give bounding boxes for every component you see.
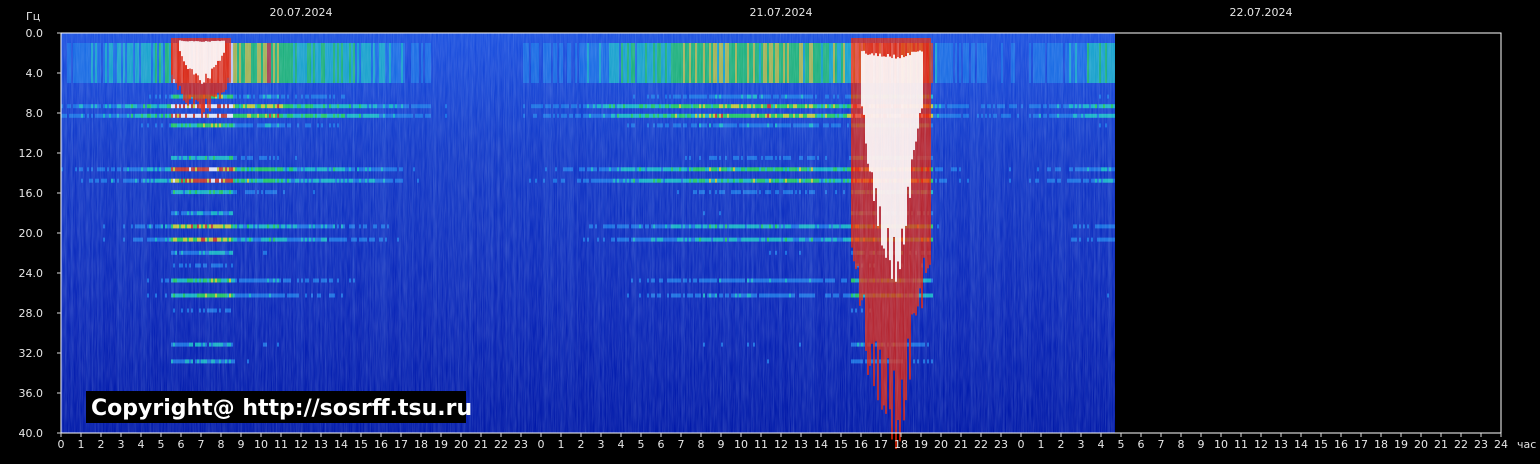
date-label: 20.07.2024 bbox=[270, 6, 333, 19]
x-tick-label: 3 bbox=[118, 438, 125, 451]
x-tick-label: 18 bbox=[894, 438, 908, 451]
x-tick-label: 9 bbox=[718, 438, 725, 451]
x-tick-label: 12 bbox=[294, 438, 308, 451]
x-tick-label: 8 bbox=[698, 438, 705, 451]
x-tick-label: 18 bbox=[1374, 438, 1388, 451]
x-tick-label: 23 bbox=[514, 438, 528, 451]
x-tick-label: 17 bbox=[394, 438, 408, 451]
noise-overlay bbox=[61, 33, 1115, 433]
x-tick-label: 19 bbox=[914, 438, 928, 451]
x-tick-label: 22 bbox=[1454, 438, 1468, 451]
x-tick-label: 14 bbox=[334, 438, 348, 451]
x-tick-label: 13 bbox=[314, 438, 328, 451]
y-tick-label: 8.0 bbox=[26, 107, 44, 120]
x-tick-label: 8 bbox=[1178, 438, 1185, 451]
x-tick-label: 3 bbox=[1078, 438, 1085, 451]
x-tick-label: 3 bbox=[598, 438, 605, 451]
x-tick-label: 1 bbox=[78, 438, 85, 451]
x-tick-label: 6 bbox=[658, 438, 665, 451]
y-tick-label: 36.0 bbox=[19, 387, 44, 400]
x-tick-label: 10 bbox=[734, 438, 748, 451]
date-label: 21.07.2024 bbox=[750, 6, 813, 19]
x-tick-label: 21 bbox=[954, 438, 968, 451]
y-axis-label: Гц bbox=[26, 10, 40, 23]
x-tick-label: 18 bbox=[414, 438, 428, 451]
grain-overlay bbox=[61, 33, 1115, 433]
x-tick-label: 1 bbox=[1038, 438, 1045, 451]
x-tick-label: 15 bbox=[1314, 438, 1328, 451]
y-tick-label: 40.0 bbox=[19, 427, 44, 440]
x-tick-label: 19 bbox=[434, 438, 448, 451]
x-tick-label: 23 bbox=[1474, 438, 1488, 451]
x-tick-label: 13 bbox=[794, 438, 808, 451]
x-tick-label: 0 bbox=[1018, 438, 1025, 451]
spectrogram-svg: Гц час 0.0 4.0 8.0 12.0 16.0 20.0 24.0 28.0 32.0… bbox=[0, 0, 1540, 460]
x-tick-label: 19 bbox=[1394, 438, 1408, 451]
x-tick-label: 12 bbox=[774, 438, 788, 451]
x-tick-label: 23 bbox=[994, 438, 1008, 451]
x-tick-label: 20 bbox=[454, 438, 468, 451]
x-tick-label: 5 bbox=[638, 438, 645, 451]
x-tick-label: 0 bbox=[538, 438, 545, 451]
x-tick-label: 16 bbox=[854, 438, 868, 451]
y-tick-label: 24.0 bbox=[19, 267, 44, 280]
x-tick-label: 5 bbox=[1118, 438, 1125, 451]
x-tick-label: 1 bbox=[558, 438, 565, 451]
y-tick-label: 4.0 bbox=[26, 67, 44, 80]
y-tick-label: 12.0 bbox=[19, 147, 44, 160]
x-tick-label: 6 bbox=[178, 438, 185, 451]
x-tick-label: 15 bbox=[834, 438, 848, 451]
x-tick-label: 8 bbox=[218, 438, 225, 451]
x-tick-label: 2 bbox=[1058, 438, 1065, 451]
x-tick-label: 21 bbox=[1434, 438, 1448, 451]
x-tick-label: 9 bbox=[238, 438, 245, 451]
x-tick-label: 7 bbox=[678, 438, 685, 451]
x-tick-label: 7 bbox=[198, 438, 205, 451]
x-tick-label: 12 bbox=[1254, 438, 1268, 451]
x-tick-label: 11 bbox=[274, 438, 288, 451]
x-tick-label: 4 bbox=[1098, 438, 1105, 451]
x-tick-label: 20 bbox=[934, 438, 948, 451]
spectrogram-chart: Гц час 0.0 4.0 8.0 12.0 16.0 20.0 24.0 28.0 32.0… bbox=[0, 0, 1540, 460]
x-tick-label: 9 bbox=[1198, 438, 1205, 451]
x-tick-label: 17 bbox=[1354, 438, 1368, 451]
x-tick-label: 7 bbox=[1158, 438, 1165, 451]
x-tick-label: 4 bbox=[618, 438, 625, 451]
copyright-text: Copyright@ http://sosrff.tsu.ru bbox=[91, 396, 472, 421]
x-tick-label: 24 bbox=[1494, 438, 1508, 451]
x-tick-label: 15 bbox=[354, 438, 368, 451]
x-tick-label: 20 bbox=[1414, 438, 1428, 451]
x-tick-label: 13 bbox=[1274, 438, 1288, 451]
y-tick-label: 16.0 bbox=[19, 187, 44, 200]
x-tick-label: 11 bbox=[1234, 438, 1248, 451]
x-tick-label: 10 bbox=[254, 438, 268, 451]
x-tick-label: 16 bbox=[374, 438, 388, 451]
x-axis-label: час bbox=[1517, 438, 1536, 451]
x-tick-label: 4 bbox=[138, 438, 145, 451]
x-tick-label: 14 bbox=[1294, 438, 1308, 451]
copyright-box: Copyright@ http://sosrff.tsu.ru bbox=[86, 391, 472, 423]
y-tick-label: 20.0 bbox=[19, 227, 44, 240]
x-tick-label: 2 bbox=[578, 438, 585, 451]
y-tick-label: 28.0 bbox=[19, 307, 44, 320]
x-tick-label: 21 bbox=[474, 438, 488, 451]
x-tick-label: 6 bbox=[1138, 438, 1145, 451]
x-tick-label: 17 bbox=[874, 438, 888, 451]
x-tick-label: 10 bbox=[1214, 438, 1228, 451]
x-tick-label: 22 bbox=[974, 438, 988, 451]
y-tick-label: 32.0 bbox=[19, 347, 44, 360]
x-tick-label: 22 bbox=[494, 438, 508, 451]
date-label: 22.07.2024 bbox=[1230, 6, 1293, 19]
x-tick-label: 0 bbox=[58, 438, 65, 451]
y-tick-label: 0.0 bbox=[26, 27, 44, 40]
x-tick-label: 14 bbox=[814, 438, 828, 451]
x-tick-label: 2 bbox=[98, 438, 105, 451]
x-tick-label: 11 bbox=[754, 438, 768, 451]
x-tick-label: 16 bbox=[1334, 438, 1348, 451]
x-tick-label: 5 bbox=[158, 438, 165, 451]
